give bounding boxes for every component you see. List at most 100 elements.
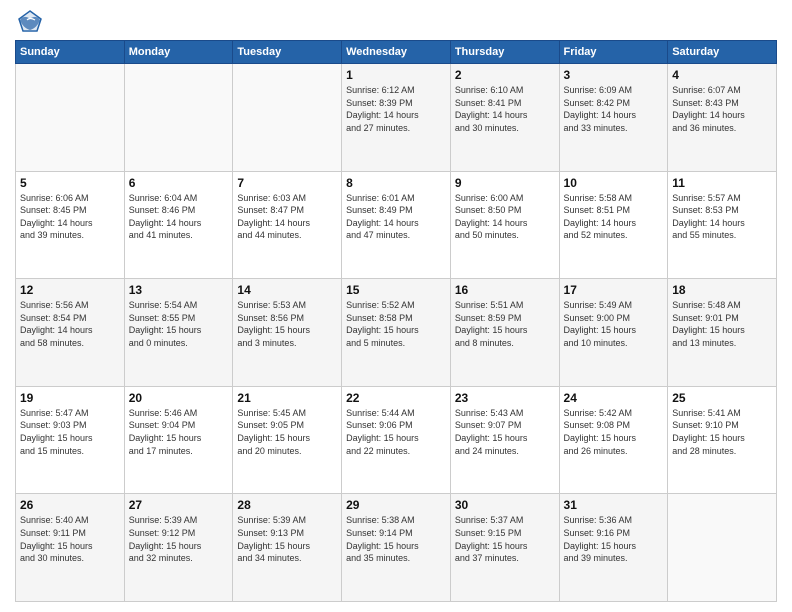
day-number: 30 — [455, 498, 555, 512]
calendar-table: SundayMondayTuesdayWednesdayThursdayFrid… — [15, 40, 777, 602]
logo — [15, 10, 43, 32]
calendar-cell — [16, 64, 125, 172]
day-info: Sunrise: 5:54 AMSunset: 8:55 PMDaylight:… — [129, 299, 229, 349]
weekday-header-wednesday: Wednesday — [342, 41, 451, 64]
day-number: 31 — [564, 498, 664, 512]
day-number: 18 — [672, 283, 772, 297]
day-info: Sunrise: 5:37 AMSunset: 9:15 PMDaylight:… — [455, 514, 555, 564]
calendar-cell: 27Sunrise: 5:39 AMSunset: 9:12 PMDayligh… — [124, 494, 233, 602]
day-info: Sunrise: 5:38 AMSunset: 9:14 PMDaylight:… — [346, 514, 446, 564]
calendar-cell: 10 Sunrise: 5:58 AMSunset: 8:51 PMDayligh… — [559, 171, 668, 279]
calendar-cell: 16Sunrise: 5:51 AMSunset: 8:59 PMDayligh… — [450, 279, 559, 387]
calendar-cell: 23Sunrise: 5:43 AMSunset: 9:07 PMDayligh… — [450, 386, 559, 494]
weekday-header-friday: Friday — [559, 41, 668, 64]
day-info: Sunrise: 5:51 AMSunset: 8:59 PMDaylight:… — [455, 299, 555, 349]
day-number: 6 — [129, 176, 229, 190]
day-info: Sunrise: 5:43 AMSunset: 9:07 PMDaylight:… — [455, 407, 555, 457]
day-number: 20 — [129, 391, 229, 405]
calendar-cell: 5 Sunrise: 6:06 AMSunset: 8:45 PMDaylight… — [16, 171, 125, 279]
calendar-cell: 4 Sunrise: 6:07 AMSunset: 8:43 PMDaylight… — [668, 64, 777, 172]
day-number: 17 — [564, 283, 664, 297]
day-info: Sunrise: 5:44 AMSunset: 9:06 PMDaylight:… — [346, 407, 446, 457]
day-number: 21 — [237, 391, 337, 405]
calendar-cell: 7 Sunrise: 6:03 AMSunset: 8:47 PMDaylight… — [233, 171, 342, 279]
day-info: Sunrise: 5:40 AMSunset: 9:11 PMDaylight:… — [20, 514, 120, 564]
calendar-cell: 11 Sunrise: 5:57 AMSunset: 8:53 PMDayligh… — [668, 171, 777, 279]
calendar-cell: 13Sunrise: 5:54 AMSunset: 8:55 PMDayligh… — [124, 279, 233, 387]
calendar-cell: 12 Sunrise: 5:56 AMSunset: 8:54 PMDayligh… — [16, 279, 125, 387]
day-number: 10 — [564, 176, 664, 190]
calendar-cell: 24 Sunrise: 5:42 AMSunset: 9:08 PMDayligh… — [559, 386, 668, 494]
calendar-week-1: 1 Sunrise: 6:12 AMSunset: 8:39 PMDaylight… — [16, 64, 777, 172]
weekday-header-thursday: Thursday — [450, 41, 559, 64]
day-info: Sunrise: 5:52 AMSunset: 8:58 PMDaylight:… — [346, 299, 446, 349]
calendar-cell: 31 Sunrise: 5:36 AMSunset: 9:16 PMDayligh… — [559, 494, 668, 602]
calendar-week-2: 5 Sunrise: 6:06 AMSunset: 8:45 PMDaylight… — [16, 171, 777, 279]
day-number: 24 — [564, 391, 664, 405]
day-number: 5 — [20, 176, 120, 190]
day-info: Sunrise: 6:03 AMSunset: 8:47 PMDaylight:… — [237, 192, 337, 242]
calendar-cell: 2Sunrise: 6:10 AMSunset: 8:41 PMDaylight… — [450, 64, 559, 172]
day-number: 8 — [346, 176, 446, 190]
calendar-week-4: 19 Sunrise: 5:47 AMSunset: 9:03 PMDayligh… — [16, 386, 777, 494]
day-info: Sunrise: 6:04 AMSunset: 8:46 PMDaylight:… — [129, 192, 229, 242]
day-info: Sunrise: 5:36 AMSunset: 9:16 PMDaylight:… — [564, 514, 664, 564]
day-number: 15 — [346, 283, 446, 297]
day-info: Sunrise: 5:53 AMSunset: 8:56 PMDaylight:… — [237, 299, 337, 349]
calendar-cell: 30 Sunrise: 5:37 AMSunset: 9:15 PMDayligh… — [450, 494, 559, 602]
day-info: Sunrise: 5:45 AMSunset: 9:05 PMDaylight:… — [237, 407, 337, 457]
day-info: Sunrise: 5:39 AMSunset: 9:12 PMDaylight:… — [129, 514, 229, 564]
weekday-header-saturday: Saturday — [668, 41, 777, 64]
day-number: 26 — [20, 498, 120, 512]
calendar-cell — [668, 494, 777, 602]
calendar-cell — [233, 64, 342, 172]
day-number: 9 — [455, 176, 555, 190]
day-number: 14 — [237, 283, 337, 297]
day-number: 28 — [237, 498, 337, 512]
day-info: Sunrise: 5:42 AMSunset: 9:08 PMDaylight:… — [564, 407, 664, 457]
calendar-cell: 6 Sunrise: 6:04 AMSunset: 8:46 PMDaylight… — [124, 171, 233, 279]
calendar-cell: 3Sunrise: 6:09 AMSunset: 8:42 PMDaylight… — [559, 64, 668, 172]
day-info: Sunrise: 5:58 AMSunset: 8:51 PMDaylight:… — [564, 192, 664, 242]
day-info: Sunrise: 6:07 AMSunset: 8:43 PMDaylight:… — [672, 84, 772, 134]
day-info: Sunrise: 5:49 AMSunset: 9:00 PMDaylight:… — [564, 299, 664, 349]
weekday-header-monday: Monday — [124, 41, 233, 64]
day-info: Sunrise: 5:41 AMSunset: 9:10 PMDaylight:… — [672, 407, 772, 457]
calendar-cell: 18Sunrise: 5:48 AMSunset: 9:01 PMDayligh… — [668, 279, 777, 387]
day-info: Sunrise: 6:09 AMSunset: 8:42 PMDaylight:… — [564, 84, 664, 134]
day-number: 2 — [455, 68, 555, 82]
day-info: Sunrise: 5:46 AMSunset: 9:04 PMDaylight:… — [129, 407, 229, 457]
day-number: 19 — [20, 391, 120, 405]
calendar-page: SundayMondayTuesdayWednesdayThursdayFrid… — [0, 0, 792, 612]
calendar-cell: 21 Sunrise: 5:45 AMSunset: 9:05 PMDayligh… — [233, 386, 342, 494]
day-info: Sunrise: 5:47 AMSunset: 9:03 PMDaylight:… — [20, 407, 120, 457]
day-info: Sunrise: 6:06 AMSunset: 8:45 PMDaylight:… — [20, 192, 120, 242]
calendar-week-3: 12 Sunrise: 5:56 AMSunset: 8:54 PMDayligh… — [16, 279, 777, 387]
calendar-cell: 15 Sunrise: 5:52 AMSunset: 8:58 PMDayligh… — [342, 279, 451, 387]
calendar-cell: 28 Sunrise: 5:39 AMSunset: 9:13 PMDayligh… — [233, 494, 342, 602]
day-number: 1 — [346, 68, 446, 82]
day-number: 29 — [346, 498, 446, 512]
day-info: Sunrise: 5:56 AMSunset: 8:54 PMDaylight:… — [20, 299, 120, 349]
day-info: Sunrise: 6:12 AMSunset: 8:39 PMDaylight:… — [346, 84, 446, 134]
day-number: 4 — [672, 68, 772, 82]
calendar-cell: 19 Sunrise: 5:47 AMSunset: 9:03 PMDayligh… — [16, 386, 125, 494]
calendar-week-5: 26 Sunrise: 5:40 AMSunset: 9:11 PMDayligh… — [16, 494, 777, 602]
day-number: 25 — [672, 391, 772, 405]
logo-general — [15, 10, 43, 32]
day-number: 12 — [20, 283, 120, 297]
day-info: Sunrise: 5:39 AMSunset: 9:13 PMDaylight:… — [237, 514, 337, 564]
day-info: Sunrise: 5:57 AMSunset: 8:53 PMDaylight:… — [672, 192, 772, 242]
calendar-cell: 29 Sunrise: 5:38 AMSunset: 9:14 PMDayligh… — [342, 494, 451, 602]
header — [15, 10, 777, 32]
calendar-cell: 9 Sunrise: 6:00 AMSunset: 8:50 PMDaylight… — [450, 171, 559, 279]
calendar-cell: 25 Sunrise: 5:41 AMSunset: 9:10 PMDayligh… — [668, 386, 777, 494]
day-info: Sunrise: 6:00 AMSunset: 8:50 PMDaylight:… — [455, 192, 555, 242]
calendar-cell: 17 Sunrise: 5:49 AMSunset: 9:00 PMDayligh… — [559, 279, 668, 387]
weekday-header-tuesday: Tuesday — [233, 41, 342, 64]
day-number: 11 — [672, 176, 772, 190]
calendar-cell: 20 Sunrise: 5:46 AMSunset: 9:04 PMDayligh… — [124, 386, 233, 494]
day-number: 7 — [237, 176, 337, 190]
day-number: 22 — [346, 391, 446, 405]
calendar-cell: 22 Sunrise: 5:44 AMSunset: 9:06 PMDayligh… — [342, 386, 451, 494]
